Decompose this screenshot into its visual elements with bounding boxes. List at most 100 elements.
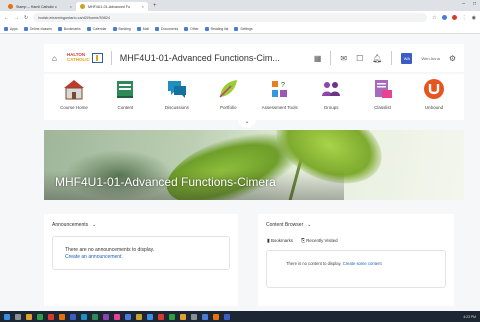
app-icon[interactable] — [213, 313, 219, 320]
app-icon[interactable] — [48, 313, 54, 320]
course-grid-icon[interactable]: ▦ — [314, 54, 322, 63]
system-clock[interactable]: 4:23 PM — [463, 315, 476, 319]
chevron-down-icon[interactable]: ⌄ — [92, 222, 96, 228]
os-taskbar: 4:23 PM — [0, 311, 480, 322]
nav-item-content[interactable]: Content — [103, 78, 147, 120]
extension-icon[interactable] — [451, 15, 457, 20]
minibar: ⌂ HALTON CATHOLIC MHF4U1-01-Advanced Fun… — [44, 44, 464, 72]
extension-icon[interactable] — [441, 15, 447, 20]
start-icon[interactable] — [4, 313, 10, 320]
avatar[interactable]: WA — [401, 52, 413, 64]
nav-item-groups[interactable]: Groups — [309, 78, 353, 120]
nav-label: Course Home — [60, 105, 88, 110]
app-icon[interactable] — [37, 313, 43, 320]
bookmark-item[interactable]: Apps — [4, 26, 18, 31]
people-group-icon — [322, 82, 341, 96]
content-browser-widget: Content Browser ⌄ ▮ Bookmarks ⎘ Recently… — [258, 214, 454, 306]
mail-icon[interactable]: ✉ — [340, 54, 347, 63]
chevron-down-icon[interactable]: ⌄ — [307, 222, 311, 228]
app-icon[interactable] — [136, 313, 142, 320]
notifications-icon[interactable]: 🔔︎ — [372, 54, 382, 63]
collapse-navbar-chevron-icon[interactable]: ⌄ — [238, 119, 256, 128]
file-explorer-icon[interactable] — [26, 313, 32, 320]
history-icon: ⎘ — [300, 238, 305, 244]
star-icon[interactable]: ☆ — [432, 15, 436, 21]
widget-title: Content Browser — [266, 222, 304, 228]
browser-tab-active[interactable]: MHF4U1-01-Advanced Fu × — [76, 2, 148, 11]
divider — [110, 51, 112, 65]
empty-message: There are no announcements to display. — [65, 247, 155, 253]
app-icon[interactable] — [81, 313, 87, 320]
app-icon[interactable] — [191, 313, 197, 320]
close-tab-icon[interactable]: × — [142, 4, 144, 9]
nav-label: Unbound — [424, 105, 444, 110]
widget-header[interactable]: Content Browser ⌄ — [266, 222, 311, 228]
close-tab-icon[interactable]: × — [70, 4, 72, 9]
house-icon — [64, 80, 84, 100]
home-icon[interactable]: ⌂ — [52, 54, 57, 63]
app-icon[interactable] — [70, 313, 76, 320]
site-favicon — [8, 4, 13, 9]
site-favicon — [80, 4, 85, 9]
recently-visited-tab[interactable]: ⎘ Recently Visited — [301, 238, 338, 244]
bookmark-item[interactable]: Calendar — [86, 26, 107, 31]
menu-icon[interactable]: ⋮ — [462, 15, 467, 21]
app-icon[interactable] — [202, 313, 208, 320]
new-tab-button[interactable]: + — [148, 2, 162, 11]
maximize-button[interactable]: □ — [473, 1, 476, 7]
course-navbar: Course Home Content Discussions Portfoli… — [44, 74, 464, 120]
user-name[interactable]: Wen Anna — [421, 56, 439, 61]
nav-item-course-home[interactable]: Course Home — [52, 78, 96, 120]
bookmark-item[interactable]: Documents — [155, 26, 178, 31]
course-selector[interactable]: MHF4U1-01-Advanced Functions-Cim... — [120, 53, 280, 63]
nav-item-assessment-tools[interactable]: ? Assessment Tools — [258, 78, 302, 120]
url-field[interactable]: hcdsb.elearningontario.ca/d2l/home/39824 — [33, 13, 428, 22]
bookmark-item[interactable]: Other — [184, 26, 199, 31]
bookmark-icon — [4, 26, 8, 31]
widget-header[interactable]: Announcements ⌄ — [52, 222, 96, 228]
nav-item-classlist[interactable]: Classlist — [361, 78, 405, 120]
bookmark-item[interactable]: Settings — [234, 26, 253, 31]
app-icon[interactable] — [125, 313, 131, 320]
nav-item-discussions[interactable]: Discussions — [155, 78, 199, 120]
create-content-link[interactable]: Create some content — [343, 261, 382, 266]
bookmark-item[interactable]: Mail — [136, 26, 149, 31]
profile-icon[interactable]: ◉ — [472, 15, 476, 21]
nav-label: Groups — [323, 105, 339, 110]
browser-tab[interactable]: Stamp -- Hamil Catholic c × — [4, 2, 76, 11]
minimize-button[interactable]: – — [462, 1, 465, 7]
tab-label: Stamp -- Hamil Catholic c — [16, 4, 57, 9]
gear-icon[interactable]: ⚙ — [449, 54, 456, 63]
nav-item-unbound[interactable]: Unbound — [412, 78, 456, 120]
chat-icon[interactable]: ☐ — [356, 54, 363, 63]
bookmarks-tab[interactable]: ▮ Bookmarks — [267, 238, 293, 244]
app-icon[interactable] — [224, 313, 230, 320]
create-announcement-link[interactable]: Create an announcement. — [65, 254, 229, 261]
tab-label: MHF4U1-01-Advanced Fu — [88, 4, 130, 9]
bookmark-item[interactable]: Online classes — [23, 26, 52, 31]
bookmark-item[interactable]: Banking — [112, 26, 131, 31]
bookmark-icon — [234, 26, 239, 31]
school-logo[interactable]: HALTON CATHOLIC — [65, 53, 103, 63]
app-icon[interactable] — [103, 313, 109, 320]
nav-item-portfolio[interactable]: Portfolio — [206, 78, 250, 120]
search-icon[interactable] — [15, 313, 21, 320]
course-banner: MHF4U1-01-Advanced Functions-Cimera — [44, 130, 464, 200]
nav-label: Content — [117, 105, 134, 110]
unbound-logo-icon — [423, 79, 444, 99]
app-icon[interactable] — [147, 313, 153, 320]
app-icon[interactable] — [59, 313, 65, 320]
app-icon[interactable] — [169, 313, 175, 320]
app-icon[interactable] — [92, 313, 98, 320]
app-icon[interactable] — [114, 313, 120, 320]
window-controls: – □ — [462, 1, 476, 7]
bookmark-icon — [112, 26, 117, 31]
app-icon[interactable] — [180, 313, 186, 320]
browser-tab-bar: Stamp -- Hamil Catholic c × MHF4U1-01-Ad… — [0, 0, 480, 11]
back-icon[interactable]: ← — [4, 15, 9, 21]
forward-icon[interactable]: → — [14, 15, 19, 21]
bookmark-item[interactable]: Reading list — [204, 26, 228, 31]
app-icon[interactable] — [158, 313, 164, 320]
reload-icon[interactable]: ↻ — [24, 15, 28, 21]
bookmark-item[interactable]: Bookmarks — [57, 26, 81, 31]
